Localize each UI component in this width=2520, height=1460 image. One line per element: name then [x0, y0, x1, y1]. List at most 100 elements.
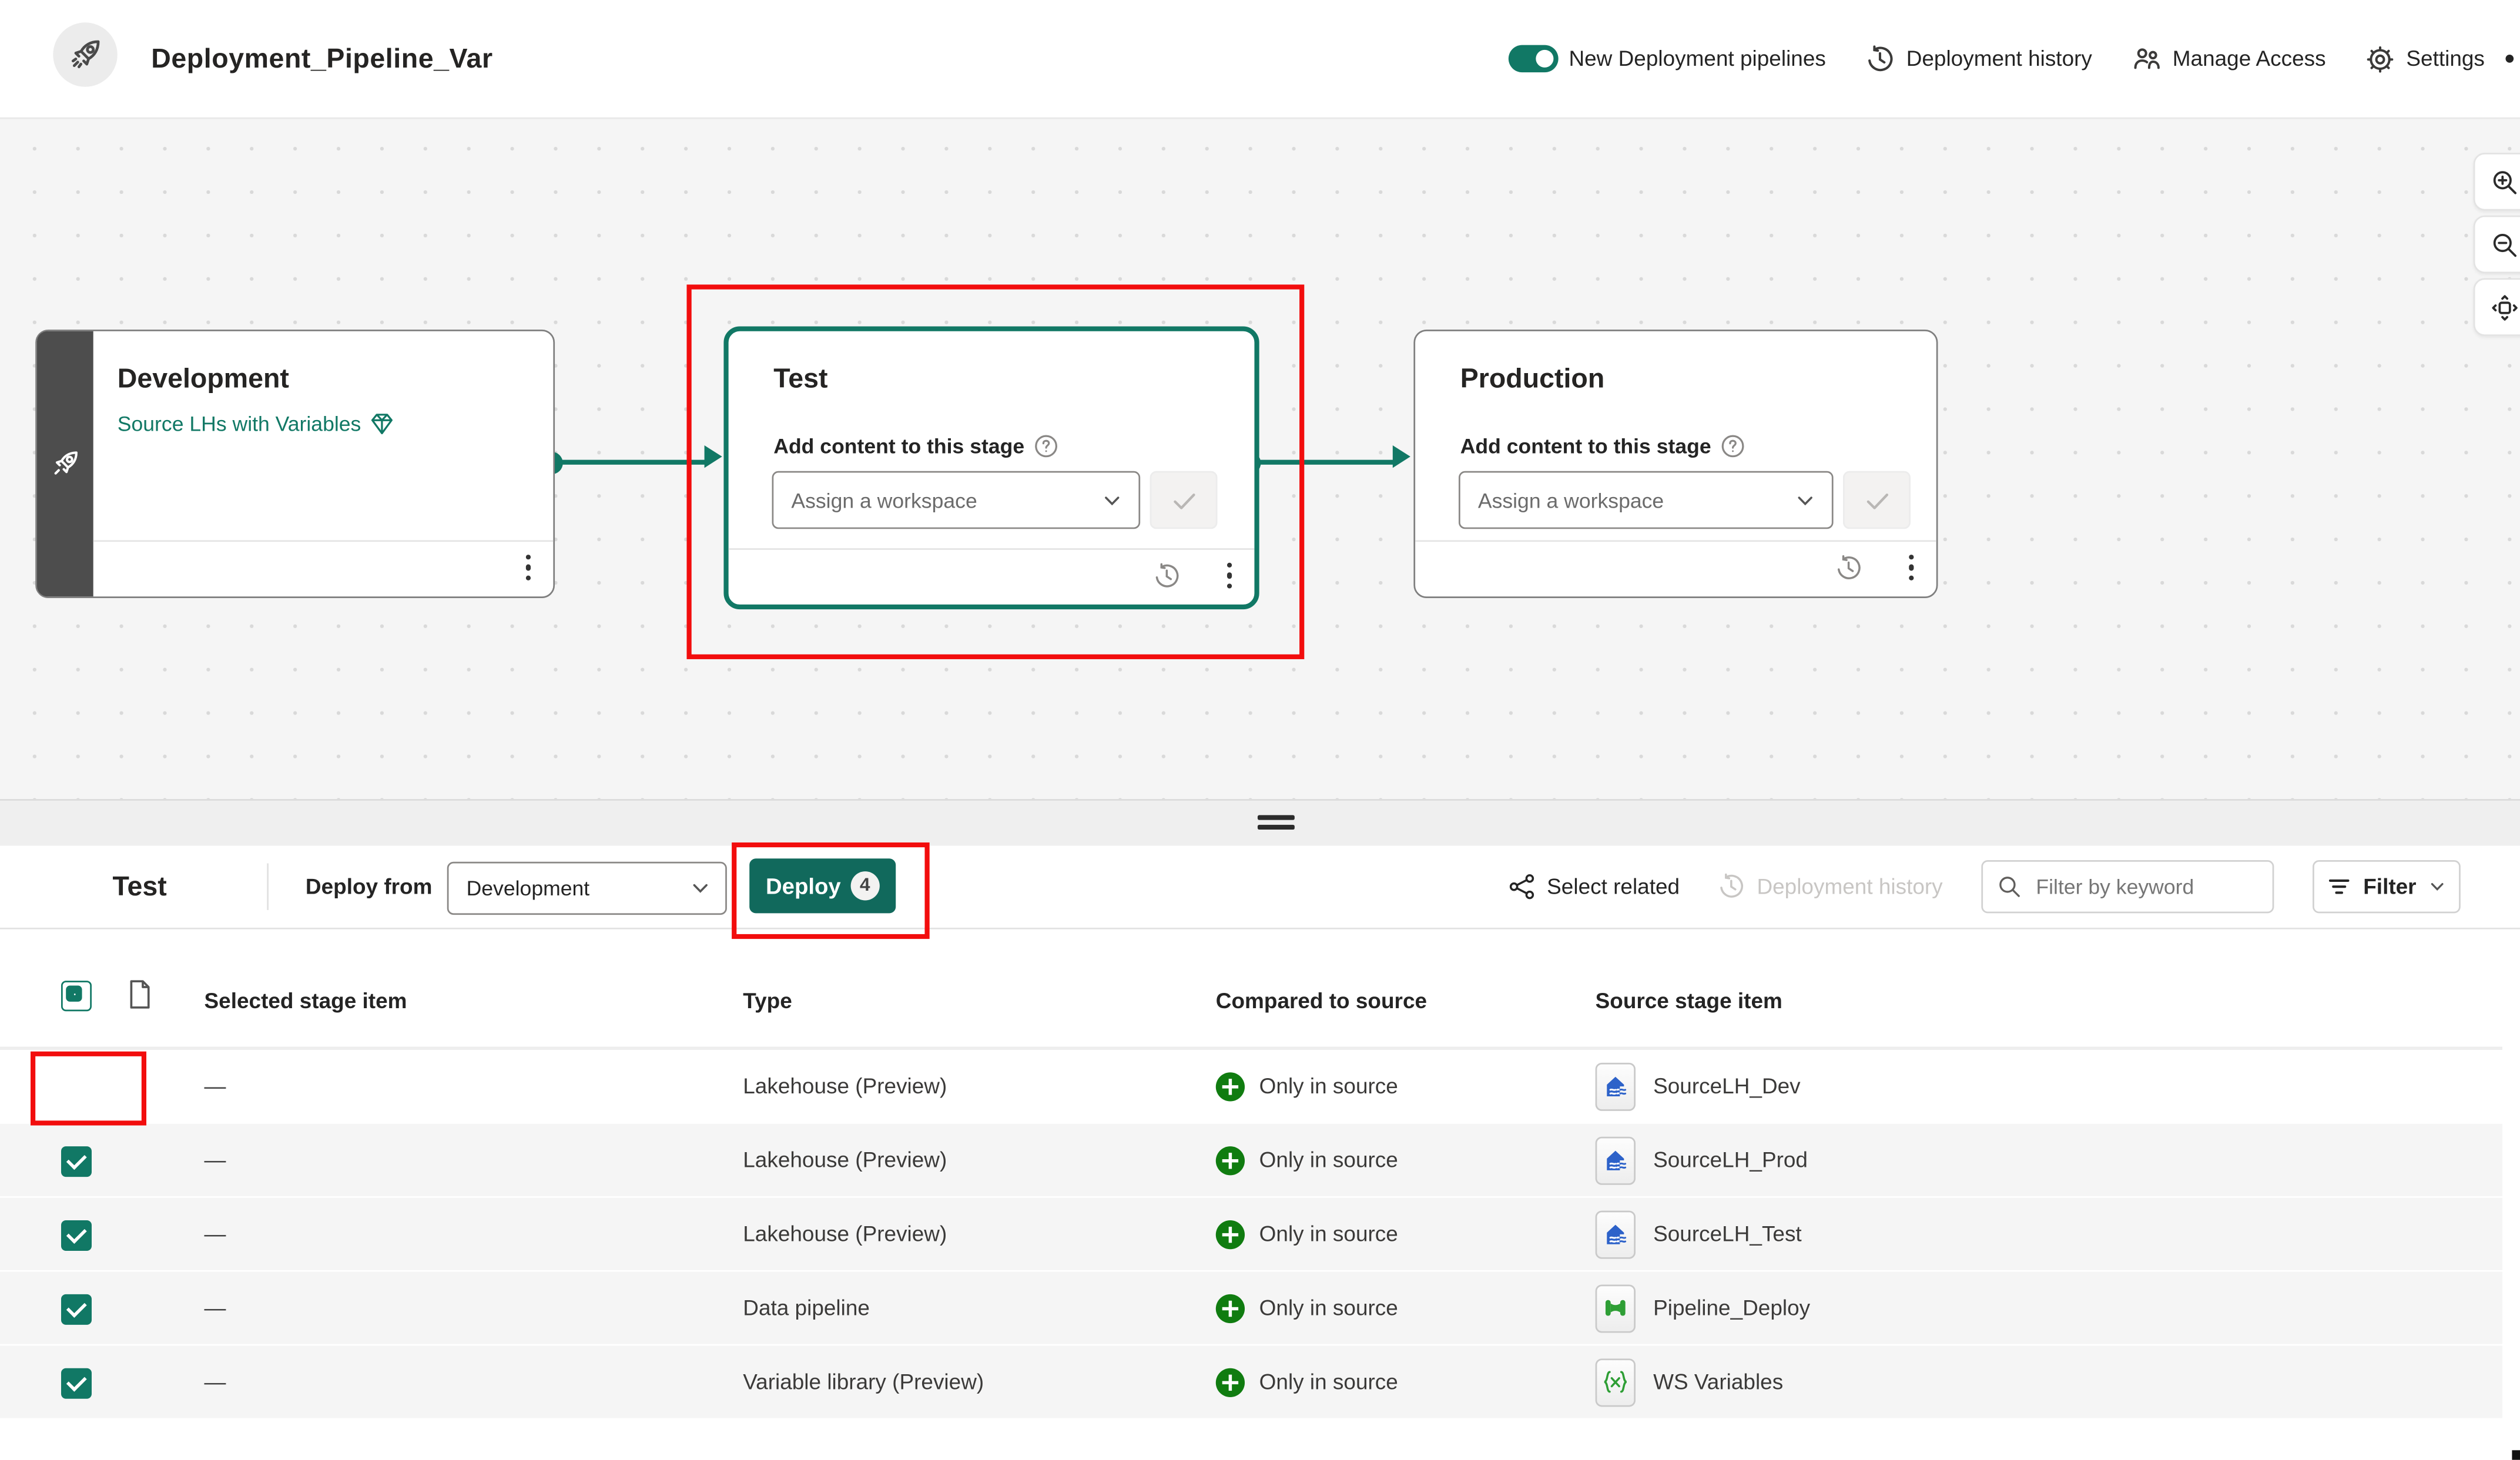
table-header: Selected stage item Type Compared to sou…	[0, 928, 2502, 1048]
lakehouse-icon	[1602, 1072, 1630, 1100]
lakehouse-icon	[1602, 1220, 1630, 1248]
assign-workspace-dropdown[interactable]: Assign a workspace	[1459, 471, 1834, 529]
deployment-history-label: Deployment history	[1757, 875, 1942, 899]
deployment-history-button-disabled[interactable]: Deployment history	[1718, 873, 1943, 901]
workspace-link-label: Source LHs with Variables	[118, 412, 361, 436]
filter-button[interactable]: Filter	[2313, 860, 2461, 913]
stage-history-button[interactable]	[1835, 555, 1862, 590]
connector-test-to-prod	[1249, 452, 1410, 474]
deploy-from-dropdown[interactable]: Development	[447, 862, 727, 915]
share-icon	[1508, 873, 1536, 901]
selected-stage-item-value: —	[205, 1198, 226, 1270]
zoom-in-button[interactable]	[2474, 153, 2520, 211]
item-type-icon	[1596, 1136, 1636, 1184]
plus-icon	[1216, 1146, 1245, 1174]
deploy-count-badge: 4	[850, 871, 879, 900]
stage-history-button[interactable]	[1153, 563, 1181, 598]
stage-more-options-button[interactable]	[1227, 563, 1232, 589]
table-row[interactable]: — Lakehouse (Preview) Only in source	[0, 1048, 2502, 1122]
table-row[interactable]: — Data pipeline Only in source	[0, 1270, 2502, 1344]
plus-icon	[1216, 1294, 1245, 1323]
stage-card-footer	[1415, 540, 1936, 596]
stage-card-production[interactable]: Production Add content to this stage Ass…	[1413, 330, 1938, 598]
stage-card-development[interactable]: Development Source LHs with Variables	[35, 330, 555, 598]
column-header-selected-stage-item[interactable]: Selected stage item	[205, 989, 407, 1013]
source-item-name: SourceLH_Test	[1653, 1222, 1802, 1246]
confirm-assign-button[interactable]	[1150, 471, 1218, 529]
variable-library-icon	[1600, 1368, 1631, 1396]
overflow-menu-icon[interactable]	[2505, 55, 2514, 63]
column-header-compared-to-source[interactable]: Compared to source	[1216, 989, 1427, 1013]
row-checkbox[interactable]	[61, 1146, 92, 1177]
source-stage-item-cell: SourceLH_Dev	[1596, 1050, 1801, 1122]
page-title: Deployment_Pipeline_Var	[151, 0, 492, 118]
select-all-checkbox[interactable]	[61, 981, 92, 1011]
stage-panel-title: Test	[113, 845, 167, 928]
stage-more-options-button[interactable]	[1908, 555, 1914, 580]
plus-icon	[1216, 1072, 1245, 1100]
type-value: Lakehouse (Preview)	[743, 1050, 947, 1122]
confirm-assign-button[interactable]	[1843, 471, 1911, 529]
column-header-type[interactable]: Type	[743, 989, 792, 1013]
item-type-icon	[1596, 1358, 1636, 1406]
rocket-icon	[50, 448, 81, 479]
plus-icon	[1216, 1367, 1245, 1396]
type-value: Lakehouse (Preview)	[743, 1124, 947, 1196]
stage-card-footer	[729, 548, 1255, 605]
zoom-out-icon	[2490, 231, 2518, 259]
lakehouse-icon	[1602, 1146, 1630, 1174]
source-stage-item-cell: Pipeline_Deploy	[1596, 1272, 1811, 1344]
assign-workspace-placeholder: Assign a workspace	[1460, 488, 1795, 512]
panel-splitter[interactable]	[0, 799, 2520, 847]
stage-card-test[interactable]: Test Add content to this stage Assign a …	[723, 327, 1259, 610]
header-actions: New Deployment pipelines Deployment hist…	[1507, 0, 2514, 118]
stage-name: Test	[773, 363, 827, 395]
deploy-button[interactable]: Deploy 4	[749, 858, 896, 913]
chevron-down-icon	[1795, 489, 1832, 511]
select-related-button[interactable]: Select related	[1508, 873, 1680, 901]
compared-to-source-cell: Only in source	[1216, 1124, 1398, 1196]
zoom-out-button[interactable]	[2474, 216, 2520, 274]
search-input[interactable]	[2033, 873, 2273, 901]
stage-more-options-button[interactable]	[525, 555, 531, 580]
people-icon	[2132, 44, 2161, 73]
add-content-label: Add content to this stage	[773, 434, 1024, 458]
workspace-link[interactable]: Source LHs with Variables	[118, 412, 393, 436]
table-row[interactable]: — Lakehouse (Preview) Only in source	[0, 1122, 2502, 1196]
question-circle-icon[interactable]	[1721, 434, 1745, 458]
deployment-history-button[interactable]: Deployment history	[1866, 44, 2092, 73]
row-checkbox[interactable]	[61, 1220, 92, 1251]
document-icon	[127, 979, 153, 1018]
question-circle-icon[interactable]	[1034, 434, 1058, 458]
keyword-filter-searchbox[interactable]	[1981, 860, 2274, 913]
new-pipelines-toggle-group[interactable]: New Deployment pipelines	[1507, 45, 1825, 73]
manage-access-button[interactable]: Manage Access	[2132, 44, 2325, 73]
compared-value: Only in source	[1259, 1296, 1398, 1320]
fit-screen-icon	[2490, 293, 2518, 321]
assign-workspace-dropdown[interactable]: Assign a workspace	[772, 471, 1141, 529]
table-body: — Lakehouse (Preview) Only in source	[0, 1048, 2502, 1418]
chevron-down-icon	[1102, 489, 1139, 511]
source-item-name: Pipeline_Deploy	[1653, 1296, 1810, 1320]
deploy-toolbar-right: Select related Deployment history	[1508, 845, 2460, 928]
pipeline-avatar	[53, 22, 117, 86]
row-checkbox[interactable]	[61, 1294, 92, 1325]
pipeline-canvas: Development Source LHs with Variables	[0, 118, 2520, 799]
new-pipelines-toggle[interactable]	[1507, 45, 1557, 73]
row-checkbox[interactable]	[61, 1368, 92, 1399]
column-header-source-stage-item[interactable]: Source stage item	[1596, 989, 1782, 1013]
source-stage-item-cell: SourceLH_Test	[1596, 1198, 1802, 1270]
settings-button[interactable]: Settings	[2366, 44, 2485, 73]
selected-stage-item-value: —	[205, 1345, 226, 1418]
deploy-from-value: Development	[448, 876, 689, 900]
fit-screen-button[interactable]	[2474, 278, 2520, 336]
toolbar-divider	[267, 864, 269, 910]
table-row[interactable]: — Variable library (Preview) Only in sou…	[0, 1344, 2502, 1418]
filter-label: Filter	[2363, 875, 2416, 899]
canvas-zoom-controls	[2474, 153, 2520, 336]
source-item-name: SourceLH_Dev	[1653, 1074, 1801, 1098]
grab-handle-icon[interactable]	[1258, 815, 1295, 830]
item-type-icon	[1596, 1284, 1636, 1332]
table-row[interactable]: — Lakehouse (Preview) Only in source	[0, 1196, 2502, 1270]
menu-label: Settings	[2406, 46, 2484, 71]
